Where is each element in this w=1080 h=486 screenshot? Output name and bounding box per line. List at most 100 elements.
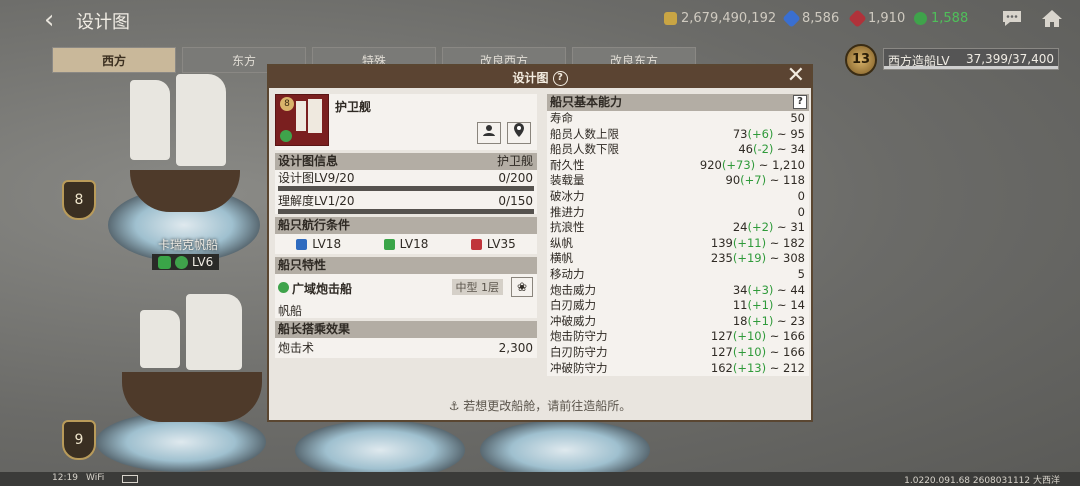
stat-value: 127(+10) ~ 166	[711, 329, 805, 345]
design-level-row: 设计图LV9/20 0/200	[275, 170, 537, 186]
stat-label: 纵帆	[550, 235, 573, 250]
stat-bonus: (+3)	[747, 282, 774, 297]
green-token-icon	[914, 12, 927, 25]
stat-base: 73	[732, 126, 748, 141]
trait-name: 广域炮击船	[292, 282, 353, 296]
stat-max: ~ 1,210	[755, 157, 805, 172]
stat-value: 34(+3) ~ 44	[733, 283, 805, 299]
close-icon[interactable]: ✕	[787, 64, 805, 88]
stat-value: 73(+6) ~ 95	[733, 127, 805, 143]
stat-max: ~ 212	[766, 360, 805, 375]
ship-name: 护卫舰	[335, 100, 372, 114]
stat-base: 18	[732, 313, 748, 328]
trade-icon	[158, 255, 171, 269]
stat-bonus: (+1)	[747, 313, 774, 328]
currency-gold: 2,679,490,192	[664, 11, 776, 26]
back-arrow-icon[interactable]: ‹	[44, 6, 54, 34]
stat-max: ~ 308	[766, 251, 805, 266]
stat-label: 横帆	[550, 251, 573, 266]
traits-header: 船只特性	[275, 257, 537, 274]
stat-value: 11(+1) ~ 14	[733, 298, 805, 314]
stat-row: 冲破防守力 162(+13) ~ 212	[547, 361, 809, 377]
cabin-icon[interactable]: ❀	[511, 277, 533, 297]
captain-skill-label: 炮击术	[278, 341, 315, 355]
currency-red-gem: 1,910	[848, 9, 906, 28]
ship-thumbnail: 8	[275, 94, 329, 146]
help-icon[interactable]: ?	[793, 95, 807, 109]
stat-value: 0	[798, 189, 805, 205]
stat-label: 推进力	[550, 204, 585, 219]
trait-box: 广域炮击船 中型 1层 ❀ 帆船	[275, 274, 537, 318]
stat-value: 50	[790, 111, 805, 127]
stat-value: 0	[798, 205, 805, 221]
stat-row: 船员人数上限 73(+6) ~ 95	[547, 127, 809, 143]
shipyard-progress-bar: 西方造船LV 37,399/37,400	[883, 48, 1059, 70]
stat-base: 46	[738, 142, 753, 157]
design-level-bar	[278, 186, 534, 191]
stat-bonus: (+2)	[747, 220, 774, 235]
stat-max: ~ 166	[766, 344, 805, 359]
modal-header: 设计图? ✕	[269, 64, 811, 88]
stat-max: ~ 182	[766, 235, 805, 250]
help-icon[interactable]: ?	[552, 71, 568, 86]
ship-card-carrack[interactable]: 8 卡瑞克帆船 LV6	[60, 70, 270, 275]
ship-hull	[122, 372, 262, 422]
captain-skill-value: 2,300	[498, 341, 533, 355]
stat-bonus: (+10)	[732, 344, 767, 359]
ship-header: 8 护卫舰	[275, 94, 537, 150]
stat-label: 抗浪性	[550, 220, 585, 235]
ship-tag-level: LV6	[192, 255, 214, 269]
version-text: 1.0220.091.68 2608031112 大西洋	[904, 476, 1060, 486]
system-time: 12:19	[52, 473, 78, 483]
stat-row: 移动力 5	[547, 267, 809, 283]
condition-value: LV18	[312, 237, 342, 251]
stat-row: 横帆 235(+19) ~ 308	[547, 251, 809, 267]
stats-header: 船只基本能力 ?	[547, 94, 809, 111]
stat-max: ~ 34	[773, 142, 805, 157]
stat-max: ~ 31	[773, 220, 805, 235]
thumb-sail	[308, 99, 322, 133]
home-icon[interactable]	[1040, 8, 1064, 30]
shipyard-icon: ⚓	[448, 399, 460, 413]
stats-panel[interactable]: 船只基本能力 ? 寿命 50 船员人数上限 73(+6) ~ 95 船员人数下限 46(-…	[547, 94, 809, 392]
modal-title-text: 设计图	[512, 71, 549, 85]
stat-row: 白刃威力 11(+1) ~ 14	[547, 298, 809, 314]
stat-row: 纵帆 139(+11) ~ 182	[547, 236, 809, 252]
ship-card-2[interactable]: 9	[60, 290, 270, 472]
trait-size: 中型 1层	[451, 279, 503, 295]
thumb-sail	[296, 101, 306, 131]
blue-gem-icon	[782, 9, 801, 28]
trait-icon	[278, 282, 289, 293]
captain-header: 船长搭乘效果	[275, 321, 537, 338]
stat-base: 0	[797, 188, 805, 203]
stat-label: 白刃防守力	[550, 344, 608, 359]
ship-level-shield: 9	[62, 420, 96, 460]
stat-bonus: (+10)	[732, 329, 767, 344]
ship-category: 帆船	[278, 304, 303, 318]
stat-max: ~ 23	[773, 313, 805, 328]
stat-base: 0	[797, 204, 805, 219]
footer-text: 若想更改船舱，请前往造船所。	[463, 399, 632, 413]
wifi-icon: WiFi	[86, 473, 105, 483]
stat-value: 5	[798, 267, 805, 283]
location-pin-icon[interactable]	[507, 122, 531, 144]
currency-blue-gem: 8,586	[782, 9, 839, 28]
currency-value: 1,910	[868, 11, 906, 26]
stat-label: 移动力	[550, 266, 585, 281]
ship-level-shield: 8	[62, 180, 96, 220]
section-title: 船长搭乘效果	[278, 322, 351, 336]
stat-value: 24(+2) ~ 31	[733, 220, 805, 236]
gold-coin-icon	[664, 12, 677, 25]
condition-value: LV35	[486, 237, 516, 251]
ship-tag: LV6	[152, 254, 220, 270]
chat-icon[interactable]	[1000, 8, 1024, 30]
stat-max: ~ 95	[773, 126, 805, 141]
stat-row: 冲破威力 18(+1) ~ 23	[547, 314, 809, 330]
stat-label: 冲破防守力	[550, 360, 608, 375]
currency-green-token: 1,588	[914, 11, 968, 26]
stat-row: 白刃防守力 127(+10) ~ 166	[547, 345, 809, 361]
ship-type: 护卫舰	[496, 154, 533, 168]
stat-label: 炮击威力	[550, 282, 596, 297]
design-info-header: 设计图信息 护卫舰	[275, 153, 537, 170]
captain-icon[interactable]	[477, 122, 501, 144]
